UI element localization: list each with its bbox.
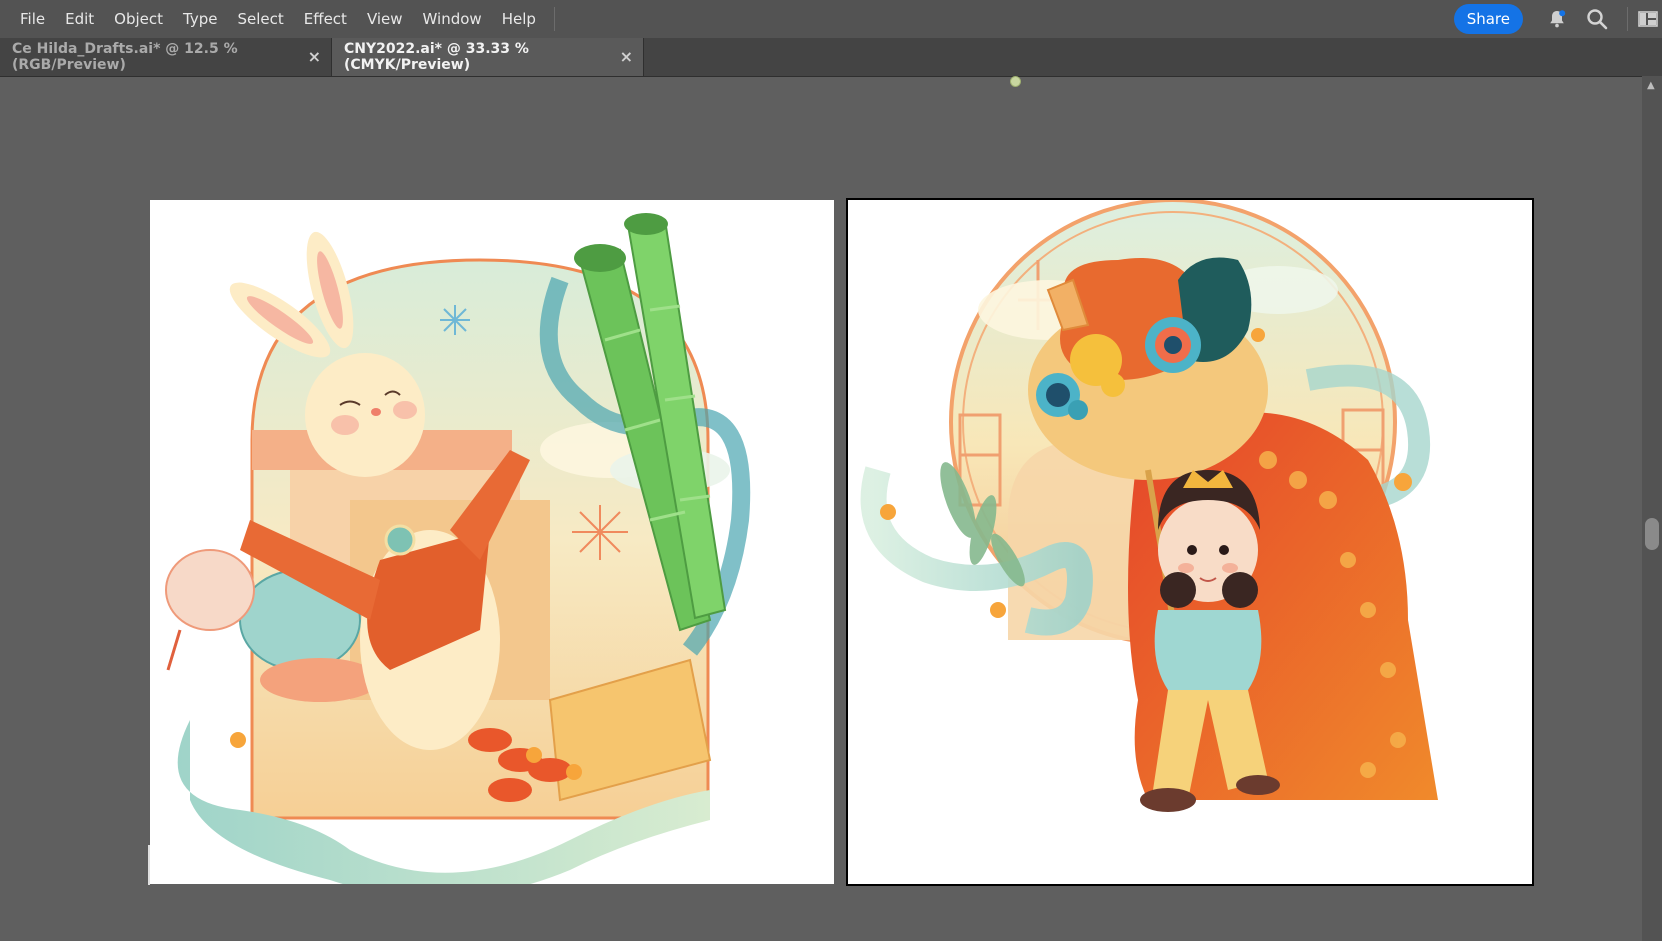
scrollbar-thumb[interactable]: [1645, 518, 1659, 550]
artboard-edge: [148, 845, 150, 885]
bell-icon[interactable]: [1543, 5, 1571, 33]
close-icon[interactable]: ×: [620, 38, 633, 76]
menu-bar: File Edit Object Type Select Effect View…: [0, 0, 1662, 38]
menu-type[interactable]: Type: [173, 0, 227, 38]
menu-edit[interactable]: Edit: [55, 0, 104, 38]
artboard-lion-dance[interactable]: [846, 198, 1534, 886]
panel-layout-icon[interactable]: [1636, 7, 1660, 31]
document-tabs: Ce Hilda_Drafts.ai* @ 12.5 % (RGB/Previe…: [0, 38, 1662, 77]
menubar-actions: Share: [1453, 0, 1662, 38]
menu-help[interactable]: Help: [492, 0, 546, 38]
vertical-scrollbar[interactable]: ▲: [1642, 76, 1662, 941]
tab-label: Ce Hilda_Drafts.ai* @ 12.5 % (RGB/Previe…: [12, 41, 238, 73]
menu-select[interactable]: Select: [227, 0, 293, 38]
menu-view[interactable]: View: [357, 0, 413, 38]
menu-window[interactable]: Window: [413, 0, 492, 38]
tab-cny2022[interactable]: CNY2022.ai* @ 33.33 % (CMYK/Preview) ×: [332, 38, 644, 76]
rabbit-illustration: [165, 213, 751, 884]
menu-separator: [553, 7, 555, 31]
toolbar-separator: [1627, 7, 1628, 31]
artboard-rabbit[interactable]: [150, 200, 834, 884]
main-menu: File Edit Object Type Select Effect View…: [10, 0, 555, 38]
tab-label: CNY2022.ai* @ 33.33 % (CMYK/Preview): [344, 41, 529, 73]
menu-effect[interactable]: Effect: [294, 0, 357, 38]
scroll-up-icon[interactable]: ▲: [1647, 80, 1655, 91]
lion-dance-illustration: [860, 200, 1438, 812]
menu-object[interactable]: Object: [104, 0, 173, 38]
search-icon[interactable]: [1583, 5, 1611, 33]
share-button[interactable]: Share: [1453, 4, 1523, 34]
tab-hilda-drafts[interactable]: Ce Hilda_Drafts.ai* @ 12.5 % (RGB/Previe…: [0, 38, 332, 76]
canvas-anchor-point[interactable]: [1010, 76, 1021, 87]
close-icon[interactable]: ×: [308, 38, 321, 76]
menu-file[interactable]: File: [10, 0, 55, 38]
